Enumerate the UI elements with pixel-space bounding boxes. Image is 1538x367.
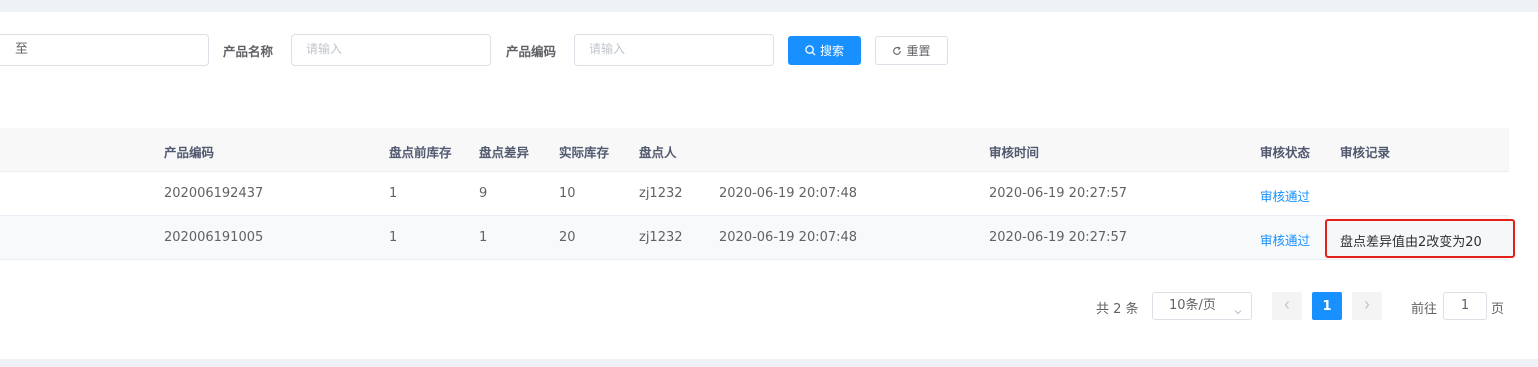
- header-actual-stock: 实际库存: [559, 145, 610, 160]
- goto-suffix-label: 页: [1491, 302, 1505, 317]
- cell-review-time: 2020-06-19 20:27:57: [989, 186, 1128, 201]
- chevron-right-icon: [1363, 299, 1371, 314]
- header-review-time: 审核时间: [989, 145, 1040, 160]
- review-status-link[interactable]: 审核通过: [1260, 186, 1310, 205]
- product-code-field[interactable]: [574, 34, 774, 66]
- pagination-total: 共 2 条: [1096, 302, 1139, 317]
- cell-stock-before: 1: [389, 186, 398, 201]
- next-page-button[interactable]: [1352, 292, 1382, 320]
- cell-review-record: 盘点差异值由2改变为20: [1340, 235, 1482, 250]
- refresh-icon: [892, 46, 902, 56]
- table-row: 202006191005 1 1 20 zj1232 2020-06-19 20…: [0, 216, 1515, 260]
- table-row: 202006192437 1 9 10 zj1232 2020-06-19 20…: [0, 172, 1509, 216]
- product-name-input[interactable]: [306, 35, 490, 63]
- content-panel: 至 产品名称 产品编码 搜索 重置 产品编码 盘点前库存 盘点差异 实际库存 盘…: [0, 12, 1538, 359]
- inventory-table: 产品编码 盘点前库存 盘点差异 实际库存 盘点人 审核时间 审核状态 审核记录 …: [0, 128, 1515, 260]
- cell-actual-stock: 20: [559, 230, 576, 245]
- header-checker: 盘点人: [639, 145, 677, 160]
- cell-product-code: 202006191005: [164, 230, 264, 245]
- search-button-label: 搜索: [819, 44, 844, 58]
- cell-stock-before: 1: [389, 230, 398, 245]
- cell-checker: zj1232: [639, 186, 683, 201]
- goto-label: 前往: [1411, 302, 1438, 317]
- header-product-code: 产品编码: [164, 145, 215, 160]
- prev-page-button[interactable]: [1272, 292, 1302, 320]
- date-range-input[interactable]: 至: [0, 34, 209, 66]
- page-size-value: 10条/页: [1169, 298, 1216, 313]
- header-review-status: 审核状态: [1260, 145, 1311, 160]
- chevron-left-icon: [1283, 299, 1291, 314]
- cell-difference: 1: [479, 230, 488, 245]
- header-review-record: 审核记录: [1340, 145, 1391, 160]
- chevron-down-icon: [1233, 301, 1243, 327]
- cell-difference: 9: [479, 186, 488, 201]
- page-number-button[interactable]: 1: [1312, 292, 1342, 320]
- cell-product-code: 202006192437: [164, 186, 264, 201]
- review-status-link[interactable]: 审核通过: [1260, 230, 1310, 249]
- cell-review-time: 2020-06-19 20:27:57: [989, 230, 1128, 245]
- search-button[interactable]: 搜索: [788, 36, 861, 65]
- header-difference: 盘点差异: [479, 145, 530, 160]
- product-code-label: 产品编码: [506, 44, 557, 59]
- search-icon: [805, 45, 816, 56]
- reset-button-label: 重置: [906, 44, 931, 58]
- cell-check-time: 2020-06-19 20:07:48: [719, 186, 858, 201]
- page-size-select[interactable]: 10条/页: [1152, 292, 1252, 320]
- date-range-separator: 至: [15, 42, 29, 57]
- cell-actual-stock: 10: [559, 186, 576, 201]
- review-record-highlight: 盘点差异值由2改变为20: [1325, 219, 1515, 258]
- product-name-label: 产品名称: [223, 44, 274, 59]
- product-code-input[interactable]: [589, 35, 773, 63]
- reset-button[interactable]: 重置: [875, 36, 948, 65]
- table-header: 产品编码 盘点前库存 盘点差异 实际库存 盘点人 审核时间 审核状态 审核记录: [0, 128, 1509, 172]
- product-name-field[interactable]: [291, 34, 491, 66]
- cell-checker: zj1232: [639, 230, 683, 245]
- goto-page-input[interactable]: 1: [1443, 292, 1487, 320]
- header-stock-before: 盘点前库存: [389, 145, 452, 160]
- cell-check-time: 2020-06-19 20:07:48: [719, 230, 858, 245]
